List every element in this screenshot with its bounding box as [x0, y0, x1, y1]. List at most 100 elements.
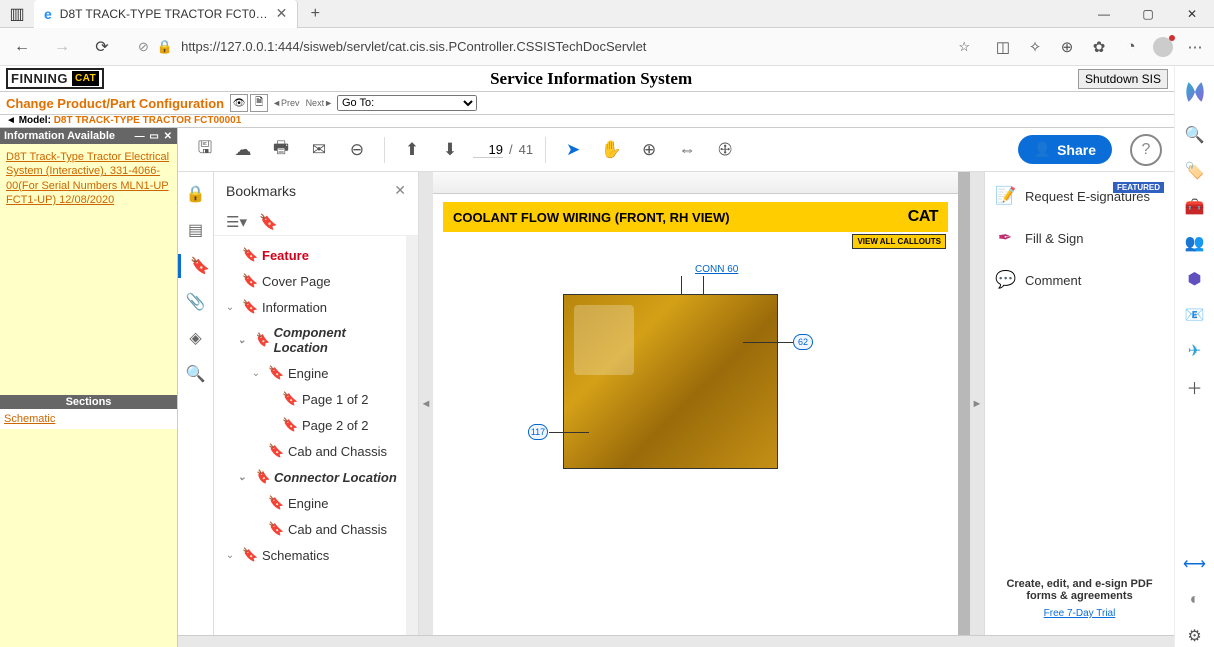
app-menu-icon[interactable]: ▥: [0, 4, 34, 24]
people-icon[interactable]: 👥: [1184, 232, 1206, 254]
email-icon[interactable]: ✉: [304, 135, 334, 165]
next-button[interactable]: Next►: [304, 98, 335, 108]
settings-gear-icon[interactable]: ⚙: [1184, 625, 1206, 647]
finning-logo: FINNINGCAT: [6, 68, 104, 89]
conn60-link[interactable]: CONN 60: [695, 264, 738, 275]
bm-engine[interactable]: ⌄🔖Engine: [222, 360, 402, 386]
bm-connector-location[interactable]: ⌄🔖Connector Location: [222, 464, 402, 490]
featured-badge: FEATURED: [1113, 182, 1164, 193]
read-aloud-icon[interactable]: 🕀: [710, 135, 740, 165]
edge-sidebar-icon[interactable]: ◐: [1184, 589, 1206, 611]
window-maximize-button[interactable]: ▢: [1126, 7, 1170, 21]
bm-cab-chassis2[interactable]: 🔖Cab and Chassis: [222, 516, 402, 542]
collections-icon[interactable]: ⊕: [1056, 36, 1078, 58]
profile-icon[interactable]: [1152, 36, 1174, 58]
print-icon[interactable]: 🖶: [266, 135, 296, 165]
new-tab-button[interactable]: +: [298, 5, 332, 23]
favorites-icon[interactable]: ✧: [1024, 36, 1046, 58]
browser-tab[interactable]: e D8T TRACK-TYPE TRACTOR FCT0… ✕: [34, 0, 298, 28]
callout-117[interactable]: 117: [528, 424, 548, 440]
prev-button[interactable]: ◄Prev: [270, 98, 301, 108]
hand-icon[interactable]: ✋: [596, 135, 626, 165]
extension-icon[interactable]: ✿: [1088, 36, 1110, 58]
page-down-icon[interactable]: ⬇: [435, 135, 465, 165]
telegram-icon[interactable]: ✈: [1184, 340, 1206, 362]
callout-62[interactable]: 62: [793, 334, 813, 350]
bookmarks-tab-icon[interactable]: 🔖: [178, 254, 213, 278]
info-available-header: Information Available — ▭ ✕: [0, 128, 177, 144]
url-text: https://127.0.0.1:444/sisweb/servlet/cat…: [181, 39, 646, 54]
ie-icon: e: [44, 6, 52, 22]
attachments-icon[interactable]: 📎: [184, 290, 208, 314]
search-sidebar-icon[interactable]: 🔍: [1184, 124, 1206, 146]
refresh-button[interactable]: ⟳: [88, 33, 116, 61]
bm-page1[interactable]: 🔖Page 1 of 2: [222, 386, 402, 412]
teamviewer-icon[interactable]: ⟷: [1184, 553, 1206, 575]
change-product-link[interactable]: Change Product/Part Configuration: [6, 96, 224, 111]
cloud-icon[interactable]: ☁: [228, 135, 258, 165]
more-icon[interactable]: ⋯: [1184, 36, 1206, 58]
view-icon[interactable]: 👁: [230, 94, 248, 112]
shopping-icon[interactable]: 🏷️: [1184, 160, 1206, 182]
zoom-out-icon[interactable]: ⊖: [342, 135, 372, 165]
bm-options-icon[interactable]: ☰▾: [226, 213, 247, 231]
ruler: [433, 172, 958, 194]
panel-controls[interactable]: — ▭ ✕: [135, 131, 173, 142]
goto-select[interactable]: Go To:: [337, 95, 477, 111]
zoom-in-icon[interactable]: ⊕: [634, 135, 664, 165]
search-icon[interactable]: 🔍: [184, 362, 208, 386]
bm-engine2[interactable]: 🔖Engine: [222, 490, 402, 516]
model-link[interactable]: D8T TRACK-TYPE TRACTOR FCT00001: [54, 115, 242, 126]
bm-schematics[interactable]: ⌄🔖Schematics: [222, 542, 402, 568]
add-sidebar-icon[interactable]: ＋: [1184, 376, 1206, 398]
outlook-icon[interactable]: 📧: [1184, 304, 1206, 326]
bm-component-location[interactable]: ⌄🔖Component Location: [222, 320, 402, 360]
bookmarks-scrollbar[interactable]: [406, 236, 418, 635]
shutdown-button[interactable]: Shutdown SIS: [1078, 69, 1168, 89]
pdf-page[interactable]: COOLANT FLOW WIRING (FRONT, RH VIEW) CAT…: [433, 172, 958, 635]
bm-feature[interactable]: 🔖Feature: [222, 242, 402, 268]
copilot-icon[interactable]: [1177, 74, 1213, 110]
site-info-icon[interactable]: ⊘: [138, 39, 149, 55]
bm-cover[interactable]: 🔖Cover Page: [222, 268, 402, 294]
bm-page2[interactable]: 🔖Page 2 of 2: [222, 412, 402, 438]
bm-find-icon[interactable]: 🔖: [259, 213, 278, 231]
collapse-rightpanel-button[interactable]: ►: [970, 172, 984, 635]
comment-button[interactable]: 💬 Comment: [995, 266, 1164, 294]
coolant-banner: COOLANT FLOW WIRING (FRONT, RH VIEW) CAT: [443, 202, 948, 232]
page-number-input[interactable]: [473, 142, 503, 158]
lock-icon[interactable]: 🔒: [184, 182, 208, 206]
office-icon[interactable]: ⬢: [1184, 268, 1206, 290]
pointer-icon[interactable]: ➤: [558, 135, 588, 165]
save-icon[interactable]: 🖫: [190, 135, 220, 165]
page-up-icon[interactable]: ⬆: [397, 135, 427, 165]
free-trial-link[interactable]: Free 7-Day Trial: [995, 608, 1164, 619]
browser-tools-icon[interactable]: ◔: [1120, 36, 1142, 58]
pdf-horizontal-scrollbar[interactable]: [178, 635, 1174, 647]
address-bar[interactable]: ⊘ 🔒 https://127.0.0.1:444/sisweb/servlet…: [128, 33, 980, 61]
window-minimize-button[interactable]: —: [1082, 7, 1126, 21]
request-esignatures-button[interactable]: FEATURED 📝 Request E-signatures: [995, 182, 1164, 210]
document-link[interactable]: D8T Track-Type Tractor Electrical System…: [6, 150, 171, 207]
pages-icon[interactable]: ▤: [184, 218, 208, 242]
layers-icon[interactable]: ◈: [184, 326, 208, 350]
fill-sign-button[interactable]: ✒ Fill & Sign: [995, 224, 1164, 252]
back-button[interactable]: ←: [8, 33, 36, 61]
view-all-callouts-button[interactable]: VIEW ALL CALLOUTS: [852, 234, 946, 249]
print-icon[interactable]: 🗎: [250, 94, 268, 112]
toolbox-icon[interactable]: 🧰: [1184, 196, 1206, 218]
bm-cab-chassis[interactable]: 🔖Cab and Chassis: [222, 438, 402, 464]
close-bookmarks-icon[interactable]: ✕: [394, 182, 406, 199]
forward-button: →: [48, 33, 76, 61]
fit-width-icon[interactable]: ⇔: [672, 135, 702, 165]
favorite-icon[interactable]: ☆: [958, 39, 970, 55]
tab-close-icon[interactable]: ✕: [276, 5, 288, 22]
help-icon[interactable]: ?: [1130, 134, 1162, 166]
split-screen-icon[interactable]: ◫: [992, 36, 1014, 58]
bm-information[interactable]: ⌄🔖Information: [222, 294, 402, 320]
schematic-link[interactable]: Schematic: [4, 413, 55, 425]
esign-icon: 📝: [995, 186, 1015, 206]
window-close-button[interactable]: ✕: [1170, 7, 1214, 21]
collapse-bookmarks-button[interactable]: ◄: [419, 172, 433, 635]
share-button[interactable]: 👤 Share: [1018, 135, 1112, 164]
